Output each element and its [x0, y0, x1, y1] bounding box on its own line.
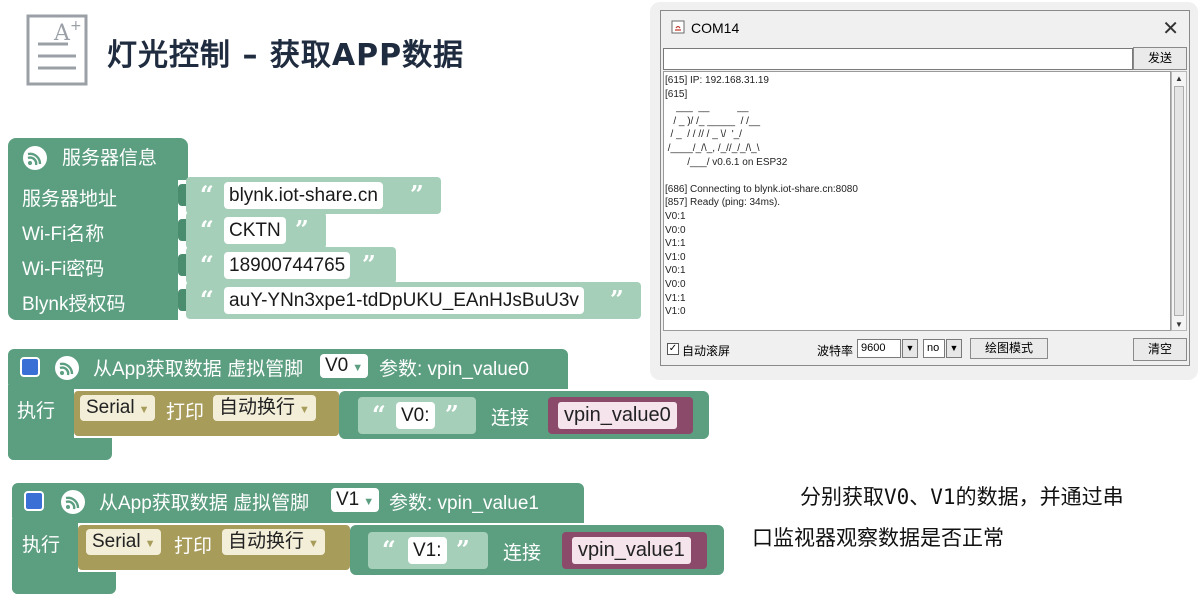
close-quote-icon: ” [445, 400, 459, 429]
pin-dropdown[interactable]: V0 ▼ [320, 354, 369, 378]
connector-notch [178, 254, 186, 276]
scroll-thumb[interactable] [1174, 86, 1184, 316]
line-ending-select[interactable]: no [923, 339, 945, 358]
close-quote-icon: ” [456, 535, 470, 564]
scroll-up-icon: ▲ [1175, 74, 1183, 83]
open-quote-icon: “ [382, 535, 396, 564]
chevron-down-icon: ▼ [299, 404, 310, 416]
wifi-password-value[interactable]: 18900744765 [224, 252, 351, 279]
close-quote-icon: ” [410, 180, 424, 209]
document-icon: A + [26, 14, 88, 86]
close-quote-icon: ” [610, 285, 624, 314]
variable-value[interactable]: vpin_value1 [572, 537, 691, 564]
console-text: [615] IP: 192.168.31.19 [615] ___ __ __ … [665, 75, 858, 318]
close-quote-icon: ” [295, 215, 309, 244]
scroll-down-icon: ▼ [1175, 320, 1183, 329]
note-line-2: 口监视器观察数据是否正常 [752, 526, 1004, 550]
server-address-label: 服务器地址 [22, 189, 118, 210]
baud-select[interactable]: 9600 [857, 339, 901, 358]
newline-dropdown[interactable]: 自动换行 ▼ [222, 529, 325, 555]
wifi-name-value[interactable]: CKTN [224, 217, 286, 244]
chevron-down-icon[interactable]: ▼ [902, 339, 918, 358]
open-quote-icon: “ [372, 400, 386, 429]
variable-value[interactable]: vpin_value0 [558, 402, 677, 429]
gear-icon[interactable] [24, 491, 44, 511]
clear-button[interactable]: 清空 [1133, 338, 1187, 361]
autoscroll-checkbox[interactable]: ✓ [667, 343, 679, 355]
autoscroll-label: 自动滚屏 [682, 344, 731, 358]
param-label: 参数: vpin_value0 [379, 359, 529, 380]
pin-dropdown[interactable]: V1 ▼ [331, 488, 380, 512]
chevron-down-icon: ▼ [144, 538, 156, 550]
newline-dropdown[interactable]: 自动换行 ▼ [213, 395, 316, 421]
open-quote-icon: “ [200, 215, 214, 244]
console-output[interactable]: [615] IP: 192.168.31.19 [615] ___ __ __ … [663, 71, 1171, 331]
svg-text:A: A [53, 21, 71, 46]
server-address-value[interactable]: blynk.iot-share.cn [224, 182, 383, 209]
print-label: 打印 [166, 402, 205, 423]
esp-wifi-icon [55, 356, 79, 380]
svg-text:+: + [70, 18, 82, 34]
event-prefix: 从App获取数据 虚拟管脚 [99, 493, 310, 514]
serial-dropdown[interactable]: Serial ▼ [86, 529, 162, 555]
chevron-down-icon: ▼ [308, 538, 319, 550]
exec-label: 执行 [17, 401, 56, 422]
window-title: COM14 [691, 20, 740, 36]
note-line-1: 分别获取V0、V1的数据，并通过串 [800, 485, 1124, 509]
page-title: 灯光控制 – 获取APP数据 [107, 38, 465, 73]
event-prefix: 从App获取数据 虚拟管脚 [93, 359, 304, 380]
connector-notch [178, 219, 186, 241]
exec-label: 执行 [22, 535, 61, 556]
chevron-down-icon: ▼ [138, 404, 150, 416]
wifi-name-label: Wi-Fi名称 [22, 224, 105, 245]
esp-wifi-icon [61, 490, 85, 514]
string-value[interactable]: V1: [408, 537, 447, 564]
blynk-auth-value[interactable]: auY-YNn3xpe1-tdDpUKU_EAnHJsBuU3v [224, 287, 584, 314]
baud-label: 波特率 [817, 344, 854, 358]
connector-notch [178, 289, 186, 311]
vertical-scrollbar[interactable]: ▲ ▼ [1171, 71, 1187, 331]
close-quote-icon: ” [362, 250, 376, 279]
chevron-down-icon[interactable]: ▼ [946, 339, 962, 358]
open-quote-icon: “ [200, 250, 214, 279]
close-icon[interactable]: ✕ [1162, 16, 1179, 41]
connector-notch [178, 184, 186, 206]
gear-icon[interactable] [20, 357, 40, 377]
print-label: 打印 [174, 536, 213, 557]
string-value[interactable]: V0: [396, 402, 435, 429]
join-label: 连接 [491, 408, 530, 429]
send-input[interactable] [663, 48, 1133, 70]
server-info-header: 服务器信息 [62, 148, 158, 169]
blynk-auth-label: Blynk授权码 [22, 294, 126, 315]
java-icon [671, 20, 685, 34]
wifi-password-label: Wi-Fi密码 [22, 259, 105, 280]
open-quote-icon: “ [200, 180, 214, 209]
open-quote-icon: “ [200, 285, 214, 314]
esp-wifi-icon [23, 146, 47, 170]
send-button[interactable]: 发送 [1133, 47, 1187, 70]
plot-mode-button[interactable]: 绘图模式 [970, 338, 1048, 359]
join-label: 连接 [503, 543, 542, 564]
serial-dropdown[interactable]: Serial ▼ [80, 395, 156, 421]
chevron-down-icon: ▼ [363, 496, 375, 508]
chevron-down-icon: ▼ [352, 362, 364, 374]
param-label: 参数: vpin_value1 [389, 493, 539, 514]
serial-monitor-window[interactable]: COM14 ✕ 发送 [615] IP: 192.168.31.19 [615]… [660, 10, 1190, 366]
